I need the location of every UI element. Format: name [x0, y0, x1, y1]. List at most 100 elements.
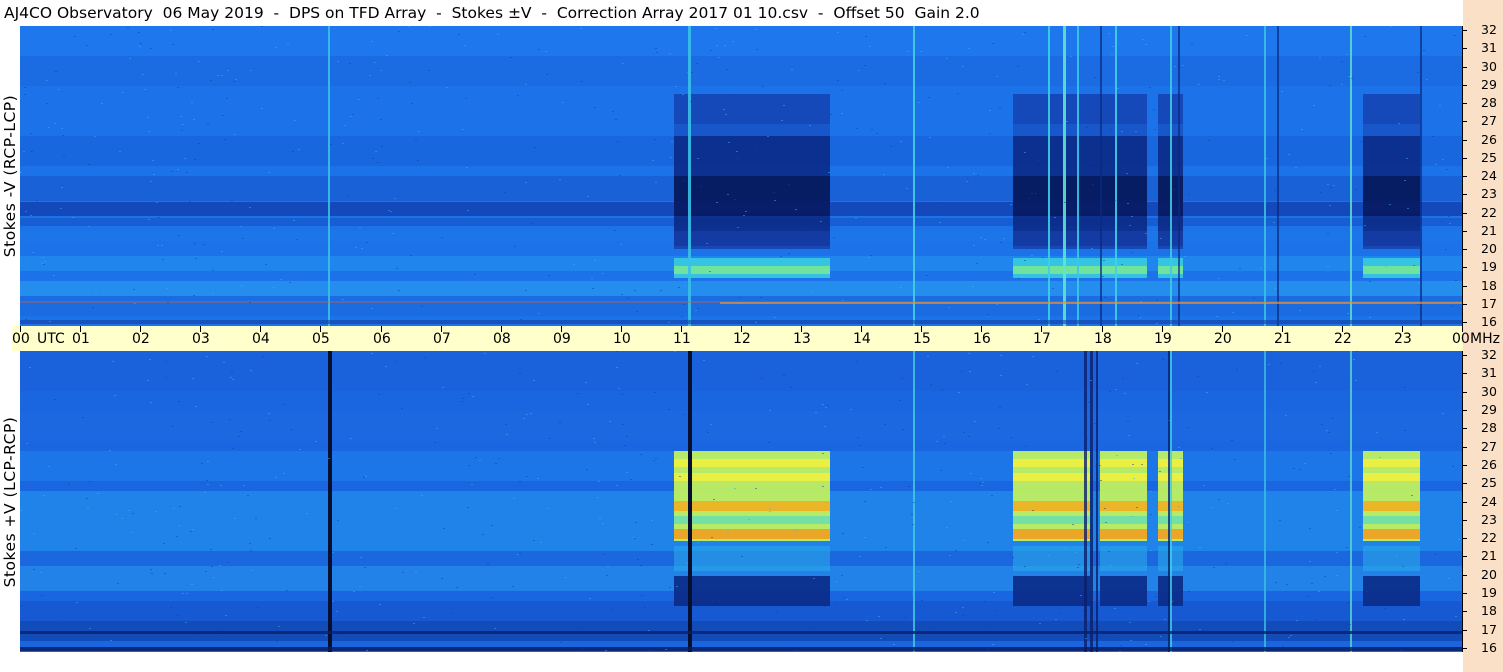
noise-speckle: [769, 410, 771, 411]
noise-speckle: [156, 202, 158, 203]
noise-speckle: [220, 485, 222, 486]
noise-speckle: [1198, 84, 1200, 85]
noise-speckle: [395, 508, 397, 509]
noise-speckle: [736, 151, 738, 152]
noise-speckle: [804, 228, 806, 229]
noise-speckle: [1149, 87, 1151, 88]
noise-speckle: [1064, 202, 1066, 203]
freq-bottom-tick-label: 28: [1481, 420, 1497, 435]
noise-speckle: [559, 179, 561, 180]
noise-speckle: [824, 426, 826, 427]
freq-bottom-tick-mark: [1463, 355, 1467, 356]
noise-speckle: [150, 569, 152, 570]
noise-speckle: [668, 322, 670, 323]
noise-speckle: [206, 356, 208, 357]
noise-speckle: [700, 186, 702, 187]
noise-speckle: [728, 142, 730, 143]
bright-block: [1013, 473, 1090, 481]
noise-speckle: [1022, 34, 1024, 35]
noise-speckle: [1039, 623, 1041, 624]
bright-block: [1363, 459, 1420, 467]
noise-speckle: [958, 392, 960, 393]
noise-speckle: [475, 457, 477, 458]
noise-speckle: [617, 141, 619, 142]
noise-speckle: [1452, 466, 1454, 467]
noise-speckle: [794, 530, 796, 531]
noise-speckle: [1330, 187, 1332, 188]
dark-streak: [1277, 26, 1279, 326]
noise-speckle: [944, 443, 946, 444]
noise-speckle: [545, 51, 547, 52]
noise-speckle: [671, 141, 673, 142]
noise-speckle: [193, 119, 195, 120]
noise-speckle: [147, 117, 149, 118]
noise-speckle: [974, 421, 976, 422]
dark-block: [1013, 576, 1090, 606]
noise-speckle: [441, 578, 443, 579]
freq-top-tick-label: 26: [1481, 132, 1497, 147]
noise-speckle: [1110, 129, 1112, 130]
noise-speckle: [158, 217, 160, 218]
noise-speckle: [1038, 319, 1040, 320]
noise-speckle: [929, 137, 931, 138]
noise-speckle: [855, 218, 857, 219]
noise-speckle: [950, 501, 952, 502]
noise-speckle: [1115, 389, 1117, 390]
noise-speckle: [1417, 294, 1419, 295]
noise-speckle: [830, 114, 832, 115]
noise-speckle: [1028, 198, 1030, 199]
noise-speckle: [900, 141, 902, 142]
freq-top-tick-mark: [1463, 231, 1467, 232]
noise-speckle: [1423, 50, 1425, 51]
noise-speckle: [198, 143, 200, 144]
noise-speckle: [109, 450, 111, 451]
noise-speckle: [1112, 46, 1114, 47]
freq-top-tick-label: 23: [1481, 186, 1497, 201]
noise-speckle: [1026, 384, 1028, 385]
noise-speckle: [755, 488, 757, 489]
noise-speckle: [649, 650, 651, 651]
freq-top-tick-mark: [1463, 121, 1467, 122]
noise-speckle: [33, 569, 35, 570]
noise-speckle: [961, 371, 963, 372]
noise-speckle: [841, 575, 843, 576]
noise-speckle: [25, 211, 27, 212]
noise-speckle: [930, 384, 932, 385]
noise-speckle: [946, 58, 948, 59]
spectrogram-band: [20, 351, 1463, 391]
noise-speckle: [151, 573, 153, 574]
noise-speckle: [745, 211, 747, 212]
noise-speckle: [1056, 371, 1058, 372]
noise-speckle: [762, 86, 764, 87]
noise-speckle: [230, 377, 232, 378]
noise-speckle: [602, 523, 604, 524]
noise-speckle: [648, 630, 650, 631]
noise-speckle: [696, 63, 698, 64]
noise-speckle: [727, 532, 729, 533]
noise-speckle: [1127, 203, 1129, 204]
noise-speckle: [1355, 189, 1357, 190]
noise-speckle: [1082, 610, 1084, 611]
noise-speckle: [1110, 565, 1112, 566]
noise-speckle: [222, 115, 224, 116]
noise-speckle: [76, 602, 78, 603]
noise-speckle: [713, 499, 715, 500]
noise-speckle: [1376, 432, 1378, 433]
freq-bottom-tick-label: 17: [1481, 622, 1497, 637]
noise-speckle: [776, 611, 778, 612]
noise-speckle: [637, 559, 639, 560]
noise-speckle: [706, 243, 708, 244]
dark-streak: [1084, 351, 1087, 652]
noise-speckle: [149, 359, 151, 360]
spectrogram-bottom-image: [20, 351, 1463, 652]
noise-speckle: [1410, 96, 1412, 97]
noise-speckle: [48, 127, 50, 128]
noise-speckle: [116, 514, 118, 515]
noise-speckle: [255, 518, 257, 519]
noise-speckle: [471, 484, 473, 485]
noise-speckle: [468, 393, 470, 394]
noise-speckle: [207, 484, 209, 485]
noise-speckle: [1012, 557, 1014, 558]
noise-speckle: [1231, 440, 1233, 441]
noise-speckle: [275, 477, 277, 478]
